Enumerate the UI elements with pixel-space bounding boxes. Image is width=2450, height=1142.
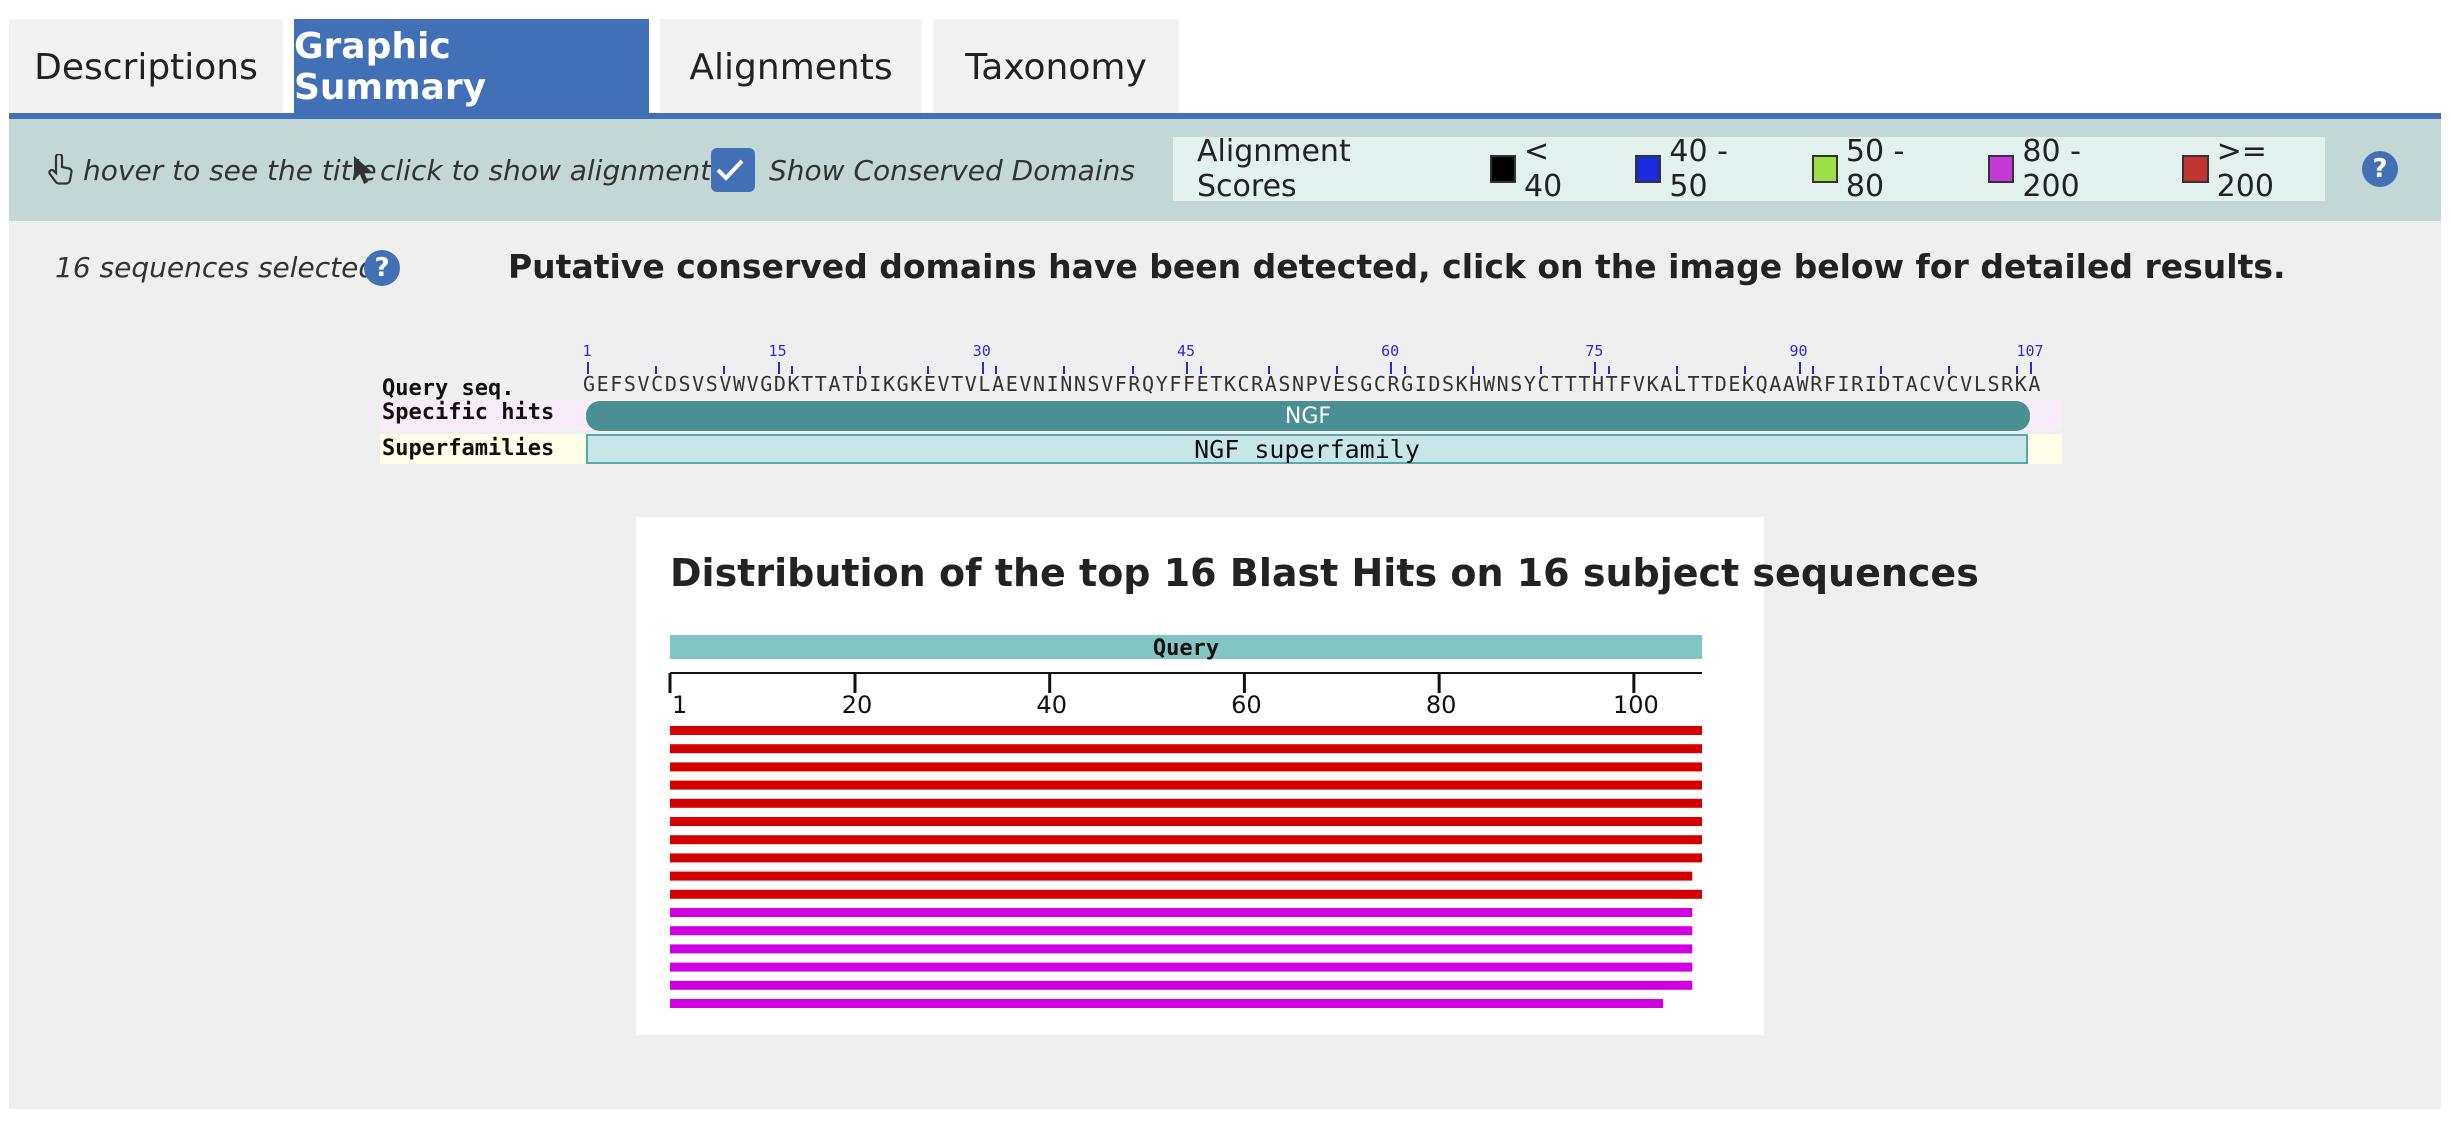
click-hint-text: click to show alignments [380, 153, 726, 187]
hit-bar[interactable] [670, 871, 1693, 881]
conserved-domains-image[interactable]: Query seq. Specific hits Superfamilies 1… [380, 342, 2064, 472]
superfamily-ngf[interactable]: NGF superfamily [586, 434, 2028, 464]
hit-bar[interactable] [670, 889, 1702, 899]
legend-label: < 40 [1523, 134, 1563, 204]
tab-descriptions[interactable]: Descriptions [9, 19, 283, 115]
selected-help-icon[interactable]: ? [364, 250, 400, 286]
legend-swatch [1635, 155, 1662, 183]
distribution-chart: Query 1 20 40 60 80 100 [668, 635, 1702, 1008]
query-sequence: GEFSVCDSVSVWVGDKTTATDIKGKEVTVLAEVNINNSVF… [583, 372, 2042, 396]
blast-hits-distribution: Distribution of the top 16 Blast Hits on… [636, 517, 1979, 1035]
query-seq-label: Query seq. [382, 376, 515, 401]
legend-item-lt40: < 40 [1489, 134, 1591, 204]
hit-bar[interactable] [670, 926, 1693, 936]
hit-bar[interactable] [670, 853, 1702, 863]
ruler-number: 107 [2016, 342, 2044, 360]
ruler-number: 30 [972, 342, 991, 360]
legend-swatch [1811, 155, 1838, 183]
superfamilies-label: Superfamilies [382, 436, 555, 461]
legend-label: 40 - 50 [1669, 134, 1728, 204]
legend-label: 50 - 80 [1845, 134, 1905, 204]
tab-alignments-label: Alignments [689, 46, 893, 88]
axis-tick-label: 80 [1426, 691, 1457, 719]
hover-hint-text: hover to see the title [83, 153, 377, 187]
legend-label: 80 - 200 [2022, 134, 2081, 204]
hit-bar[interactable] [670, 835, 1702, 845]
legend-title: Alignment Scores [1197, 134, 1351, 204]
specific-hit-ngf[interactable]: NGF [586, 401, 2030, 431]
hit-bar[interactable] [670, 798, 1702, 808]
axis-tick-label: 60 [1231, 691, 1262, 719]
tab-graphic-summary[interactable]: Graphic Summary [294, 19, 649, 115]
hit-bar[interactable] [670, 744, 1702, 754]
ruler-number: 15 [768, 342, 787, 360]
click-hint: click to show alignments [352, 119, 726, 221]
show-cd-label: Show Conserved Domains [769, 153, 1135, 187]
result-tabs: Descriptions Graphic Summary Alignments … [9, 19, 1190, 115]
hit-bar[interactable] [670, 999, 1664, 1008]
graphic-toolbar: hover to see the title click to show ali… [9, 119, 2441, 221]
axis-tick-label: 20 [842, 691, 873, 719]
tab-taxonomy[interactable]: Taxonomy [933, 19, 1179, 115]
hit-bar[interactable] [670, 762, 1702, 772]
axis-tick-label: 40 [1036, 691, 1067, 719]
tab-graphic-summary-label: Graphic Summary [294, 26, 487, 108]
tab-descriptions-label: Descriptions [34, 46, 258, 88]
legend-item-gte200: >= 200 [2182, 134, 2325, 204]
ruler-number: 60 [1381, 342, 1400, 360]
hit-bar[interactable] [670, 780, 1702, 790]
hand-pointer-icon [48, 154, 73, 185]
conserved-domains-notice: Putative conserved domains have been det… [508, 247, 2286, 286]
hit-bar[interactable] [670, 817, 1702, 826]
sequences-selected-count: 16 sequences selected [55, 251, 377, 284]
tab-alignments[interactable]: Alignments [660, 19, 922, 115]
tab-taxonomy-label: Taxonomy [965, 46, 1147, 88]
hit-bar[interactable] [670, 962, 1693, 972]
ruler-number: 90 [1789, 342, 1808, 360]
hit-bar[interactable] [670, 908, 1693, 917]
specific-hits-label: Specific hits [382, 400, 555, 425]
legend-swatch [1988, 155, 2015, 183]
checkmark-icon [716, 159, 744, 181]
legend-swatch [1489, 155, 1516, 183]
ruler-number: 45 [1176, 342, 1195, 360]
show-cd-checkbox[interactable] [711, 148, 755, 192]
query-bar-label: Query [1153, 636, 1219, 661]
ruler-number: 75 [1585, 342, 1604, 360]
hover-hint: hover to see the title [47, 119, 377, 221]
hit-bar[interactable] [670, 726, 1702, 735]
cursor-arrow-icon [354, 156, 372, 184]
legend-item-80-200: 80 - 200 [1988, 134, 2138, 204]
hit-bar[interactable] [670, 980, 1693, 990]
axis-tick-label: 100 [1613, 691, 1659, 719]
alignment-score-legend: Alignment Scores < 40 40 - 50 50 - 80 80… [1173, 134, 2325, 204]
axis-tick-label: 1 [672, 691, 687, 719]
hit-bar[interactable] [670, 944, 1693, 954]
ruler-number: 1 [582, 342, 592, 360]
show-cd-toggle[interactable]: Show Conserved Domains [711, 119, 1135, 221]
legend-help-icon[interactable]: ? [2362, 151, 2398, 187]
legend-item-50-80: 50 - 80 [1811, 134, 1944, 204]
legend-item-40-50: 40 - 50 [1635, 134, 1767, 204]
legend-label: >= 200 [2216, 134, 2274, 204]
legend-swatch [2182, 155, 2209, 183]
